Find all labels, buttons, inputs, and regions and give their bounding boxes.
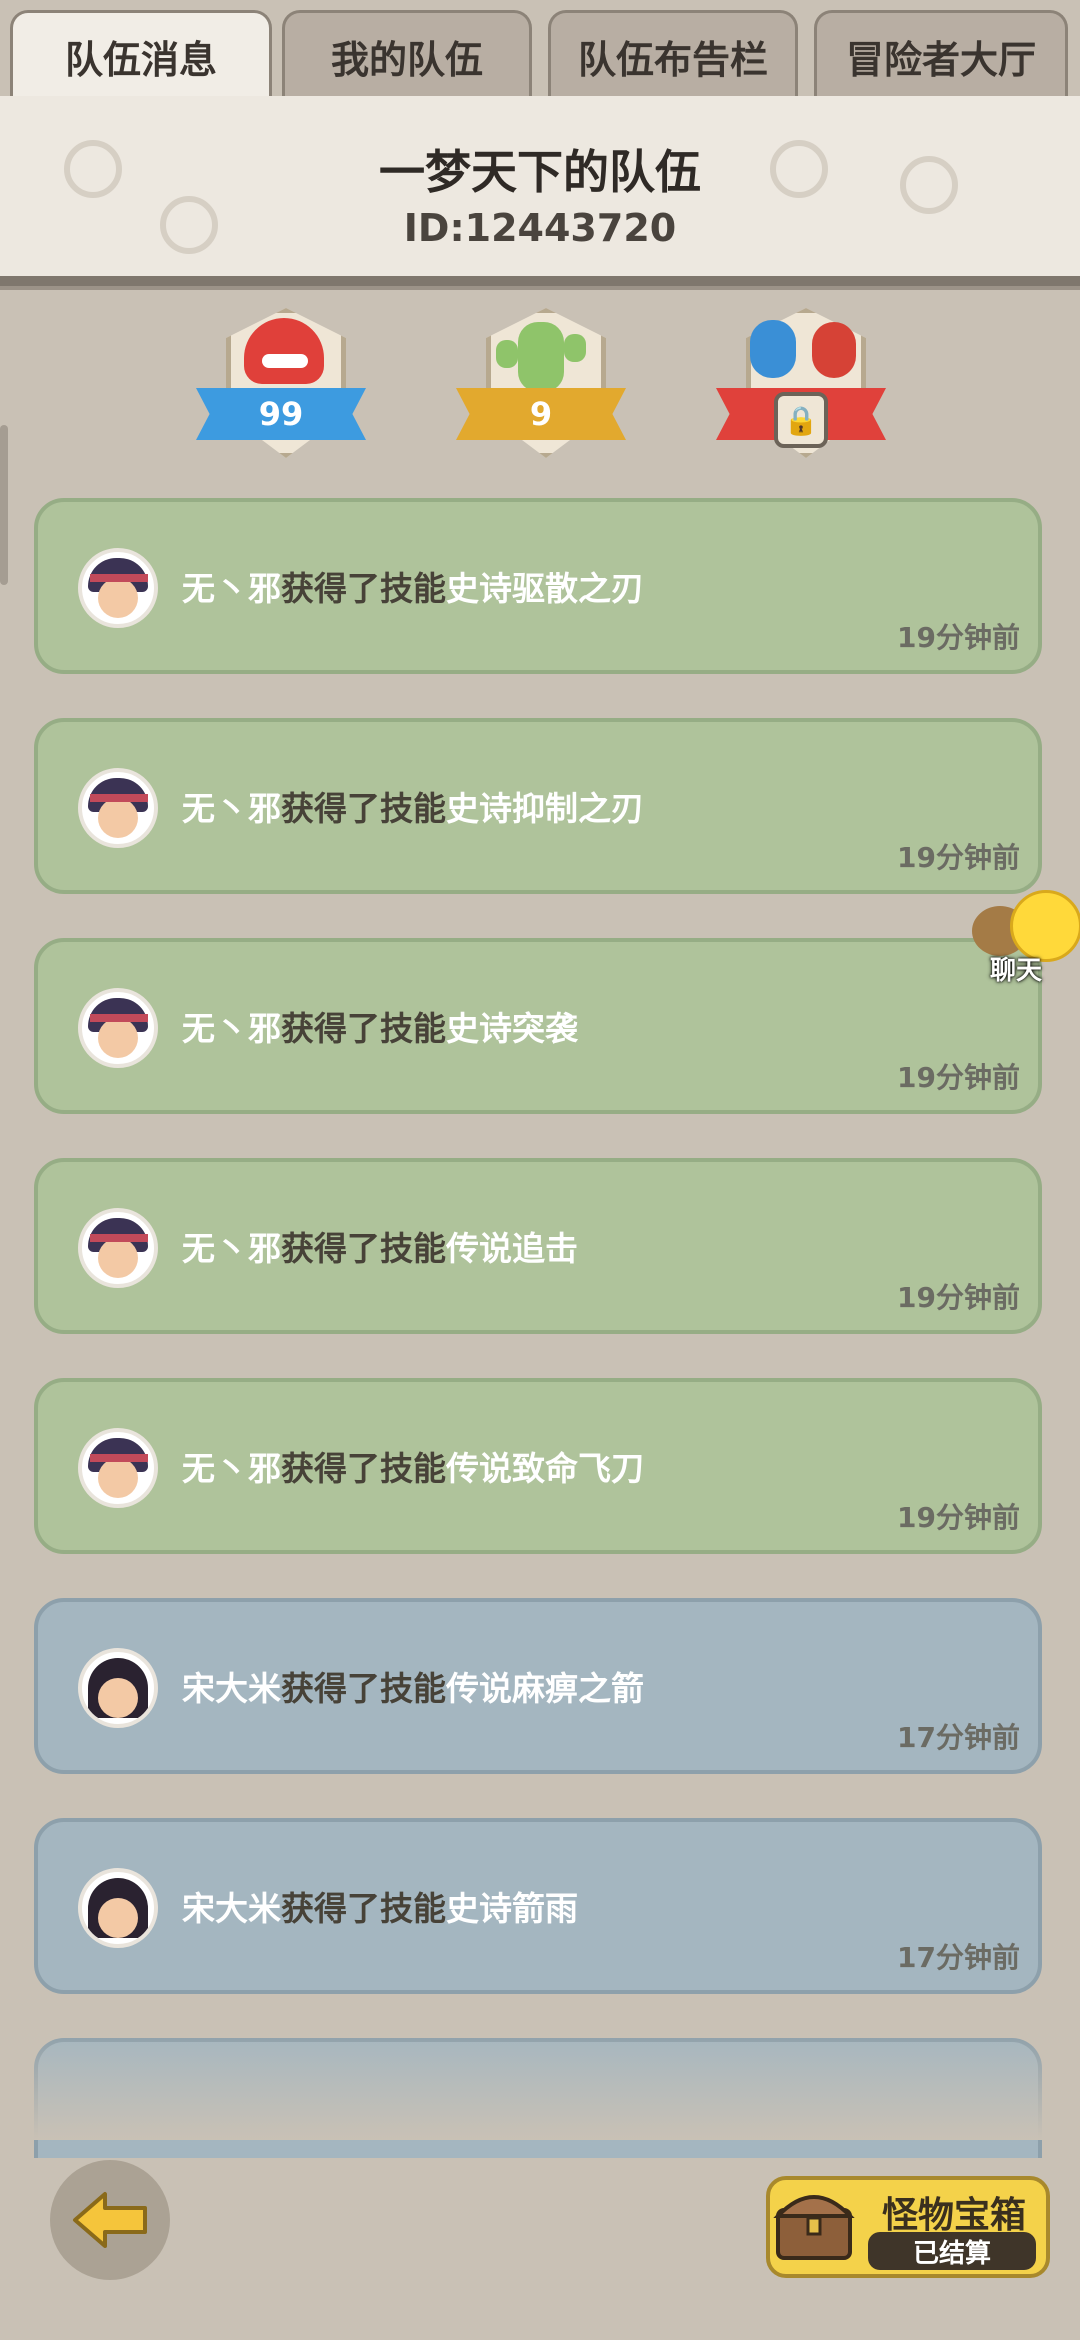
message-card: 宋大米获得了技能传说麻痹之箭 17分钟前: [34, 1598, 1042, 1774]
message-text: 无丶邪获得了技能传说致命飞刀: [182, 1449, 644, 1488]
message-card: 无丶邪获得了技能史诗突袭 19分钟前: [34, 938, 1042, 1114]
scrollbar[interactable]: [0, 425, 8, 585]
chat-label: 聊天: [990, 956, 1043, 986]
avatar[interactable]: [78, 988, 158, 1068]
chest-status: 已结算: [868, 2232, 1036, 2270]
message-text: 无丶邪获得了技能传说追击: [182, 1229, 578, 1268]
green-cactus-icon: [496, 322, 586, 392]
badge-fighters[interactable]: 🔒: [716, 308, 886, 458]
message-text: 无丶邪获得了技能史诗抑制之刃: [182, 789, 644, 828]
message-time: 17分钟前: [897, 1721, 1020, 1754]
avatar[interactable]: [78, 768, 158, 848]
tab-team-board[interactable]: 队伍布告栏: [548, 10, 798, 100]
list-fade: [0, 2030, 1080, 2140]
message-text: 无丶邪获得了技能史诗突袭: [182, 1009, 578, 1048]
tab-adventurer-hall[interactable]: 冒险者大厅: [814, 10, 1068, 100]
fighters-icon: [812, 322, 856, 378]
message-text: 宋大米获得了技能史诗箭雨: [182, 1889, 578, 1928]
avatar[interactable]: [78, 1648, 158, 1728]
treasure-chest-icon: [773, 2195, 855, 2260]
team-header: 一梦天下的队伍 ID:12443720: [0, 96, 1080, 286]
tab-team-messages[interactable]: 队伍消息: [10, 10, 272, 100]
avatar[interactable]: [78, 1868, 158, 1948]
message-time: 19分钟前: [897, 841, 1020, 874]
message-time: 17分钟前: [897, 1941, 1020, 1974]
team-name: 一梦天下的队伍: [379, 145, 701, 199]
tab-bar: 队伍消息 我的队伍 队伍布告栏 冒险者大厅: [0, 0, 1080, 100]
avatar[interactable]: [78, 548, 158, 628]
avatar[interactable]: [78, 1428, 158, 1508]
lock-icon: 🔒: [774, 392, 828, 448]
message-card: 无丶邪获得了技能史诗驱散之刃 19分钟前: [34, 498, 1042, 674]
message-card: 无丶邪获得了技能传说致命飞刀 19分钟前: [34, 1378, 1042, 1554]
badge-count: 99: [196, 388, 366, 440]
message-card: 宋大米获得了技能史诗箭雨 17分钟前: [34, 1818, 1042, 1994]
message-time: 19分钟前: [897, 1061, 1020, 1094]
message-text: 宋大米获得了技能传说麻痹之箭: [182, 1669, 644, 1708]
fighters-icon: [750, 320, 796, 378]
team-id: ID:12443720: [403, 206, 677, 250]
message-card: 无丶邪获得了技能传说追击 19分钟前: [34, 1158, 1042, 1334]
badge-dinosaur[interactable]: 99: [196, 308, 366, 458]
avatar[interactable]: [78, 1208, 158, 1288]
chest-title: 怪物宝箱: [882, 2195, 1027, 2236]
chat-button[interactable]: 聊天: [970, 884, 1080, 986]
badge-count: 9: [456, 388, 626, 440]
back-arrow-icon: [73, 2192, 147, 2248]
message-time: 19分钟前: [897, 1281, 1020, 1314]
message-card: 无丶邪获得了技能史诗抑制之刃 19分钟前: [34, 718, 1042, 894]
monster-chest-button[interactable]: 怪物宝箱 已结算: [766, 2176, 1050, 2278]
badge-cactus[interactable]: 9: [456, 308, 626, 458]
message-time: 19分钟前: [897, 1501, 1020, 1534]
message-time: 19分钟前: [897, 621, 1020, 654]
tab-my-team[interactable]: 我的队伍: [282, 10, 532, 100]
message-text: 无丶邪获得了技能史诗驱散之刃: [182, 569, 644, 608]
back-button[interactable]: [50, 2160, 170, 2280]
